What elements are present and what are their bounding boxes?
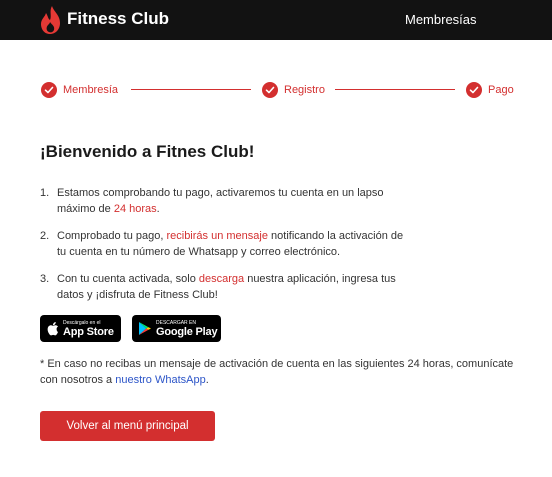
apple-icon bbox=[47, 322, 58, 336]
google-play-button[interactable]: DESCARGAR EN Google Play bbox=[132, 315, 221, 342]
highlight-text: recibirás un mensaje bbox=[166, 230, 268, 242]
step-label: Registro bbox=[284, 84, 325, 96]
google-play-icon bbox=[139, 322, 151, 335]
list-item: 2. Comprobado tu pago, recibirás un mens… bbox=[40, 230, 404, 258]
app-store-button[interactable]: Descárgalo en el App Store bbox=[40, 315, 121, 342]
step-connector bbox=[335, 89, 455, 90]
highlight-text: 24 horas bbox=[113, 203, 157, 215]
brand-name[interactable]: Fitness Club bbox=[67, 9, 169, 29]
check-icon bbox=[262, 82, 278, 98]
whatsapp-link[interactable]: nuestro WhatsApp bbox=[115, 374, 206, 386]
nav-membresias[interactable]: Membresías bbox=[405, 12, 477, 27]
list-item: 3. Con tu cuenta activada, solo descarga… bbox=[40, 273, 396, 301]
flame-logo-icon bbox=[41, 6, 60, 34]
activation-note: * En caso no recibas un mensaje de activ… bbox=[40, 358, 514, 386]
step-label: Membresía bbox=[63, 84, 119, 96]
page-title: ¡Bienvenido a Fitnes Club! bbox=[40, 142, 255, 161]
back-to-menu-button[interactable]: Volver al menú principal bbox=[40, 411, 215, 441]
instructions-list: 1. Estamos comprobando tu pago, activare… bbox=[40, 185, 410, 314]
step-label: Pago bbox=[488, 84, 514, 96]
step-pago: Pago bbox=[466, 82, 514, 98]
check-icon bbox=[466, 82, 482, 98]
download-link[interactable]: descarga bbox=[199, 273, 244, 285]
check-icon bbox=[41, 82, 57, 98]
step-membresia: Membresía bbox=[41, 82, 118, 98]
step-connector bbox=[131, 89, 251, 90]
list-item: 1. Estamos comprobando tu pago, activare… bbox=[40, 187, 384, 215]
step-registro: Registro bbox=[262, 82, 325, 98]
top-header: Fitness Club Membresías bbox=[0, 0, 552, 40]
